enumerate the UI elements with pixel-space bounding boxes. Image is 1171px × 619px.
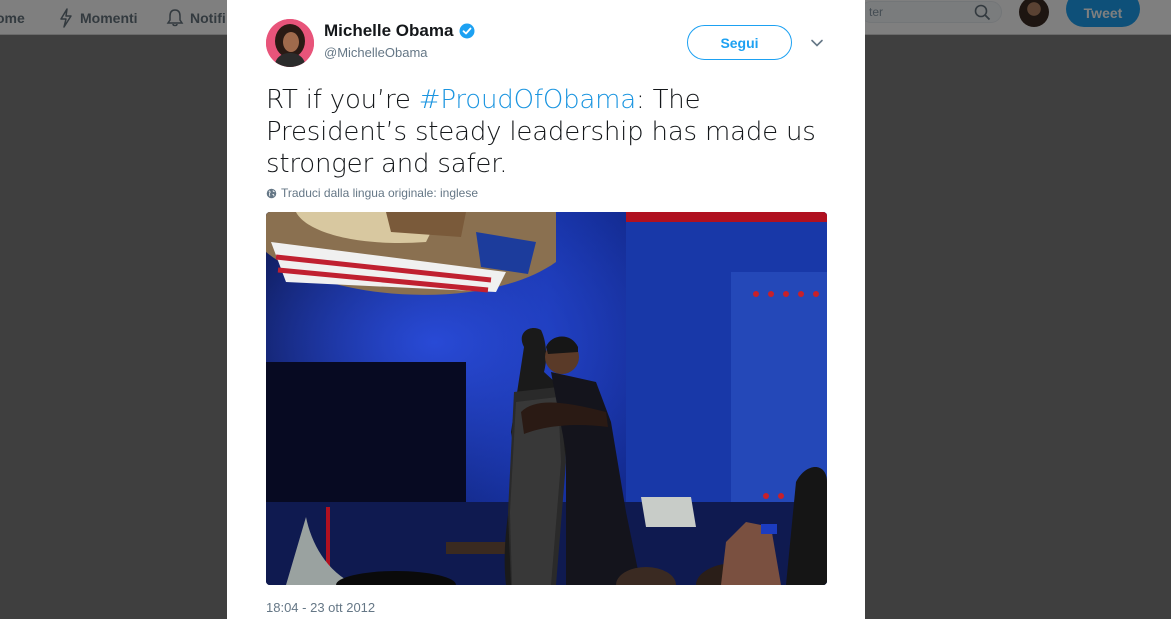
author-name-row: Michelle Obama xyxy=(324,21,475,41)
tweet-photo[interactable] xyxy=(266,212,827,585)
tweet-card: Michelle Obama @MichelleObama Segui RT i… xyxy=(227,0,865,619)
follow-button[interactable]: Segui xyxy=(687,25,792,60)
tweet-text-before: RT if you’re xyxy=(266,85,419,115)
translate-link[interactable]: Traduci dalla lingua originale: inglese xyxy=(266,186,478,200)
verified-badge-icon xyxy=(459,23,475,39)
tweet-text: RT if you’re #ProudOfObama: The Presiden… xyxy=(266,84,826,180)
author-handle[interactable]: @MichelleObama xyxy=(324,45,428,60)
tweet-timestamp[interactable]: 18:04 - 23 ott 2012 xyxy=(266,600,375,615)
author-name[interactable]: Michelle Obama xyxy=(324,21,453,41)
translate-label: Traduci dalla lingua originale: inglese xyxy=(281,186,479,200)
globe-icon xyxy=(266,188,277,198)
chevron-down-icon[interactable] xyxy=(810,36,824,50)
author-avatar[interactable] xyxy=(266,19,314,67)
hashtag-link[interactable]: #ProudOfObama xyxy=(419,85,636,115)
